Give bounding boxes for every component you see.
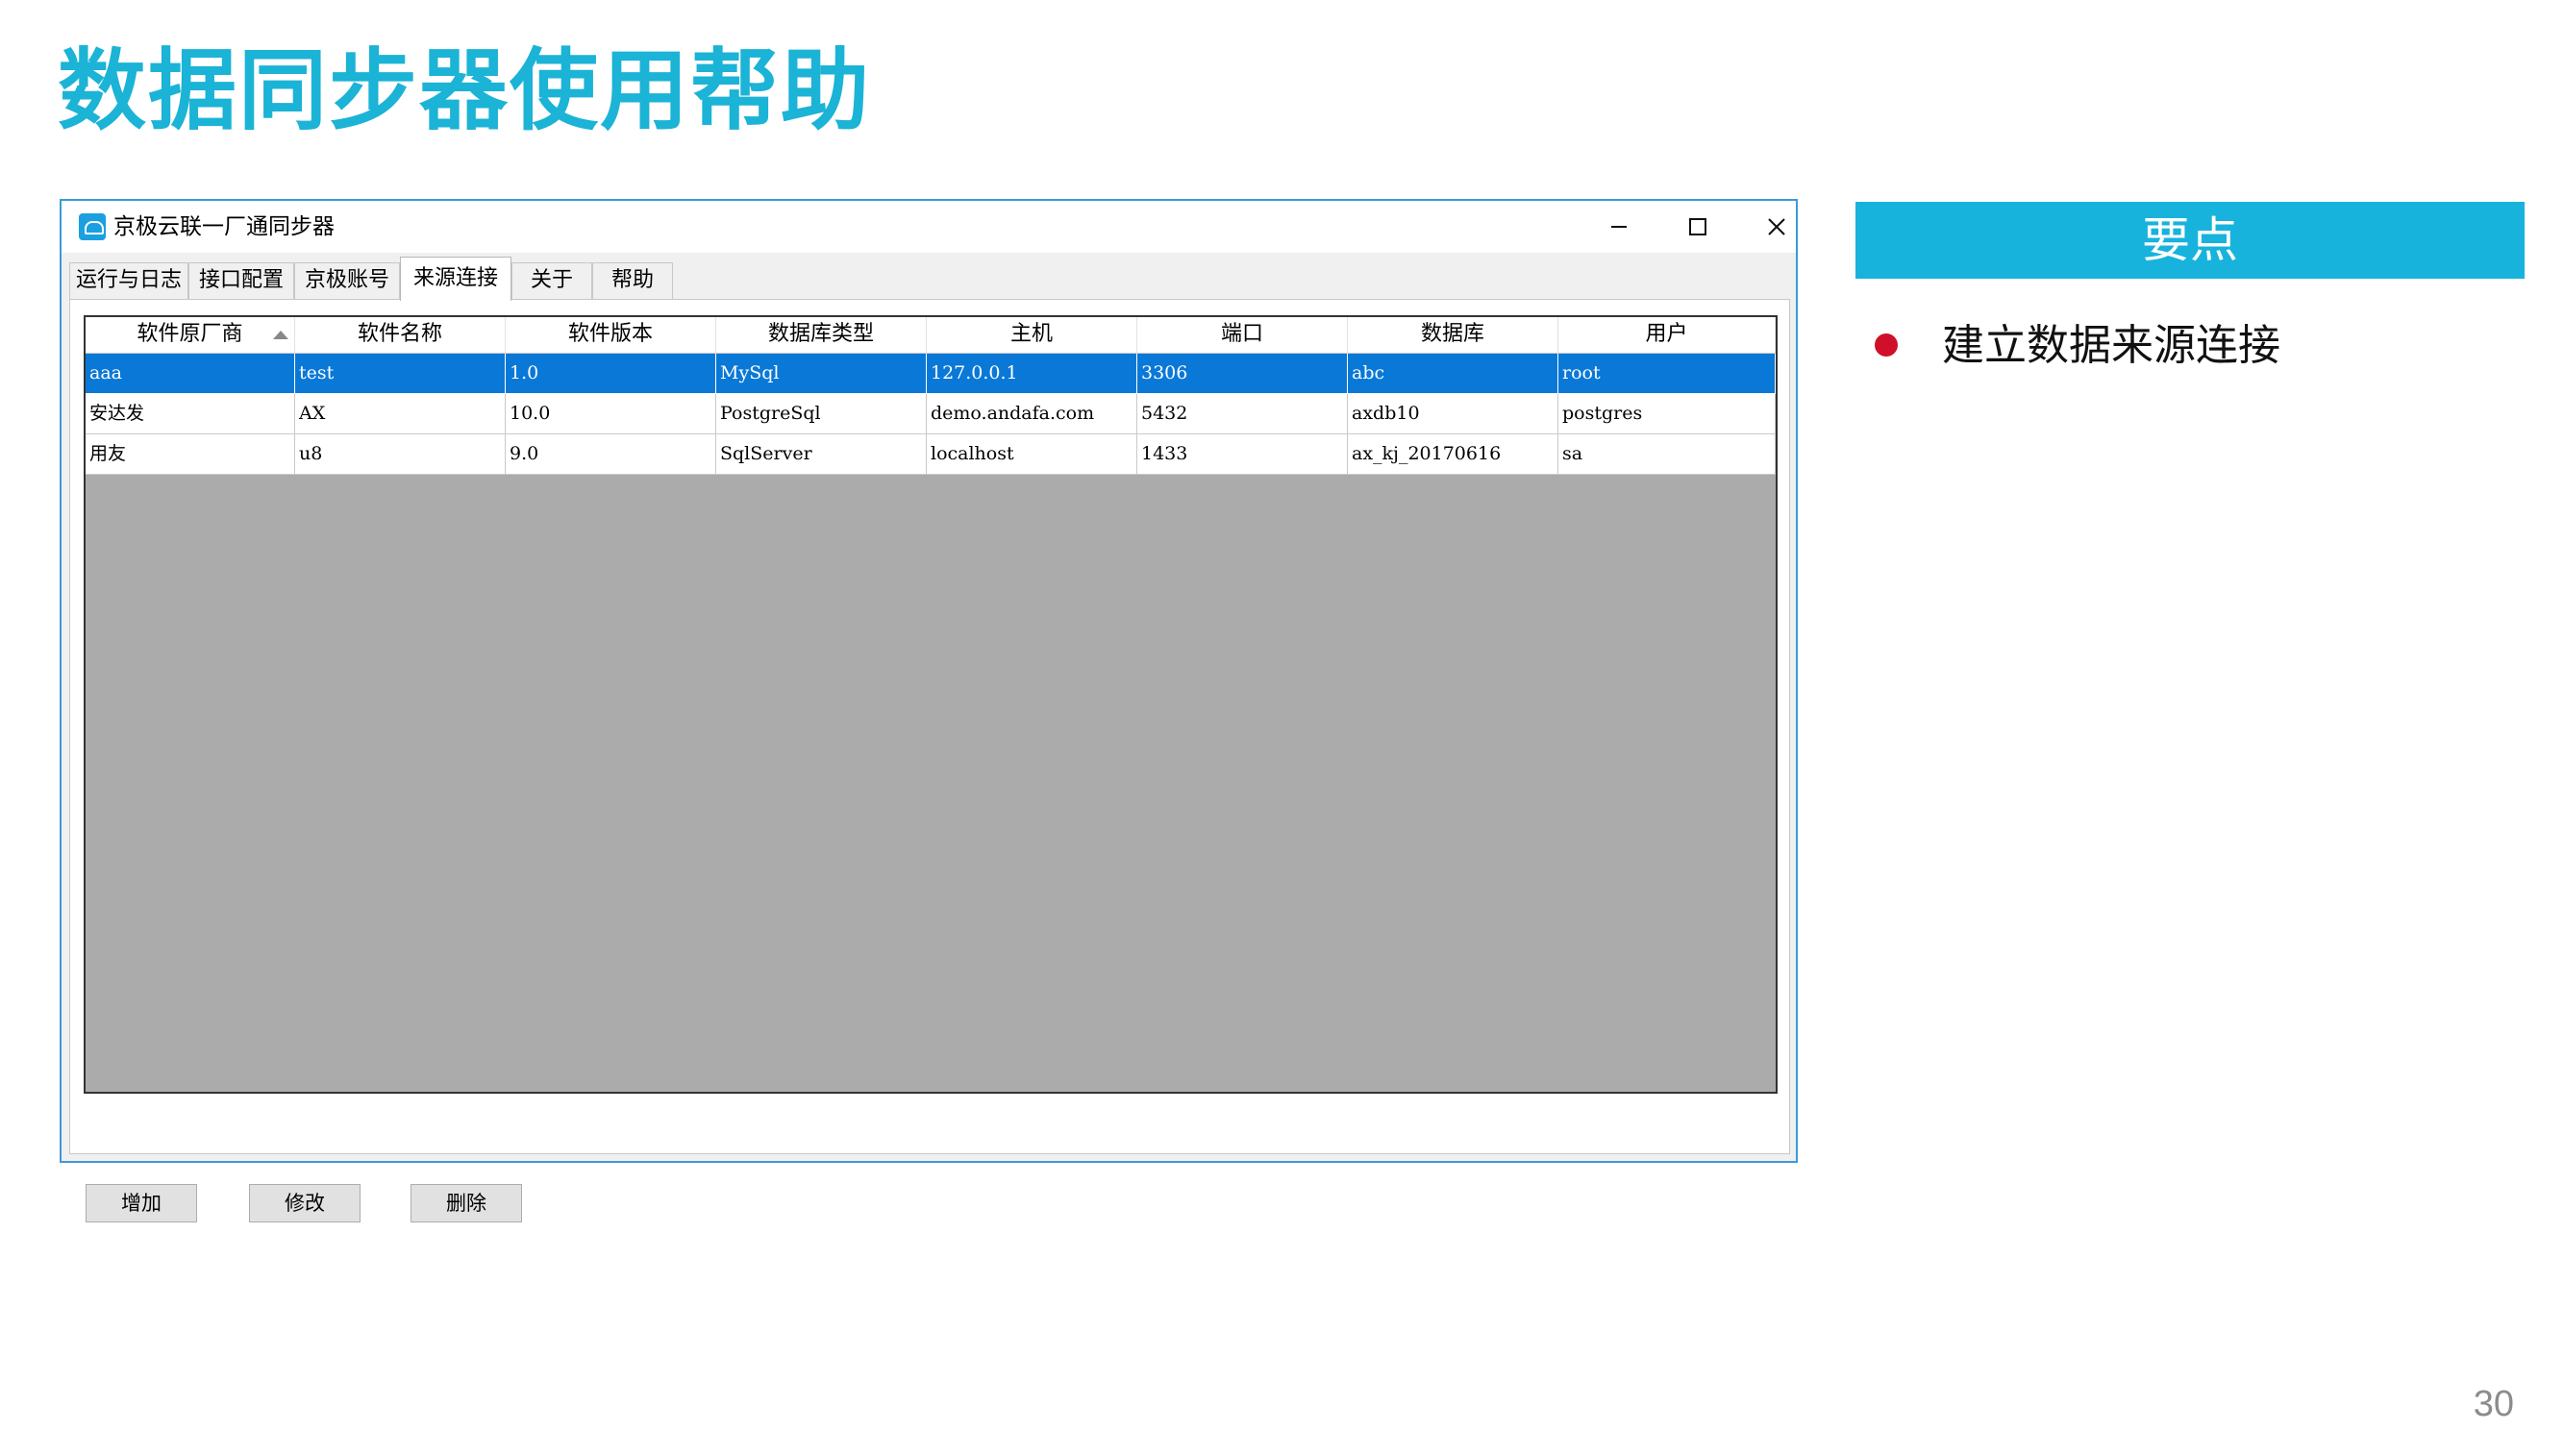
cell-software-name: u8: [295, 434, 506, 475]
tab-run-log[interactable]: 运行与日志: [69, 262, 188, 299]
cell-user: root: [1558, 354, 1776, 394]
maximize-icon: [1689, 218, 1706, 235]
table-row[interactable]: 安达发 AX 10.0 PostgreSql demo.andafa.com 5…: [86, 394, 1776, 434]
page-number: 30: [2473, 1384, 2514, 1424]
cell-software-version: 9.0: [506, 434, 716, 475]
source-connection-page: 软件原厂商 软件名称 软件版本 数据库类型 主机 端口 数据库 用户 aaa t…: [69, 299, 1790, 1222]
add-button[interactable]: 增加: [86, 1184, 197, 1222]
cell-vendor: 用友: [86, 434, 295, 475]
table-row[interactable]: aaa test 1.0 MySql 127.0.0.1 3306 abc ro…: [86, 354, 1776, 394]
cell-database-type: MySql: [716, 354, 927, 394]
cell-host: localhost: [927, 434, 1137, 475]
cell-software-version: 1.0: [506, 354, 716, 394]
column-header-user[interactable]: 用户: [1558, 317, 1776, 354]
close-icon: [1768, 218, 1785, 235]
column-header-software-name[interactable]: 软件名称: [295, 317, 506, 354]
tab-help[interactable]: 帮助: [592, 262, 673, 299]
cell-host: demo.andafa.com: [927, 394, 1137, 434]
connection-table: 软件原厂商 软件名称 软件版本 数据库类型 主机 端口 数据库 用户 aaa t…: [84, 315, 1778, 1094]
slide-title: 数据同步器使用帮助: [58, 39, 872, 142]
table-row[interactable]: 用友 u8 9.0 SqlServer localhost 1433 ax_kj…: [86, 434, 1776, 475]
cell-software-version: 10.0: [506, 394, 716, 434]
cell-vendor: aaa: [86, 354, 295, 394]
cell-database: ax_kj_20170616: [1348, 434, 1558, 475]
title-bar[interactable]: 京极云联一厂通同步器: [62, 201, 1796, 253]
cell-user: postgres: [1558, 394, 1776, 434]
cell-user: sa: [1558, 434, 1776, 475]
cell-software-name: test: [295, 354, 506, 394]
column-header-database[interactable]: 数据库: [1348, 317, 1558, 354]
window-title: 京极云联一厂通同步器: [113, 214, 335, 239]
cloud-app-icon: [79, 213, 106, 240]
tab-jingji-account[interactable]: 京极账号: [294, 262, 400, 299]
sort-ascending-icon: [273, 331, 288, 339]
cell-host: 127.0.0.1: [927, 354, 1137, 394]
cell-port: 1433: [1137, 434, 1348, 475]
tab-interface-config[interactable]: 接口配置: [188, 262, 294, 299]
cell-database: axdb10: [1348, 394, 1558, 434]
bullet-dot-icon: [1875, 333, 1898, 357]
cell-database: abc: [1348, 354, 1558, 394]
edit-button[interactable]: 修改: [249, 1184, 361, 1222]
cell-port: 3306: [1137, 354, 1348, 394]
table-header: 软件原厂商 软件名称 软件版本 数据库类型 主机 端口 数据库 用户: [86, 317, 1776, 354]
tab-strip: 运行与日志 接口配置 京极账号 来源连接 关于 帮助: [69, 257, 1780, 301]
minimize-icon: [1611, 226, 1627, 228]
cell-vendor: 安达发: [86, 394, 295, 434]
maximize-button[interactable]: [1659, 201, 1736, 253]
app-window: 京极云联一厂通同步器 运行与日志 接口配置 京极账号 来源连接 关于 帮助 软件…: [60, 199, 1798, 1222]
column-header-port[interactable]: 端口: [1137, 317, 1348, 354]
column-header-vendor[interactable]: 软件原厂商: [86, 317, 295, 354]
minimize-button[interactable]: [1581, 201, 1657, 253]
column-header-database-type[interactable]: 数据库类型: [716, 317, 927, 354]
column-header-host[interactable]: 主机: [927, 317, 1137, 354]
key-point-item: 建立数据来源连接: [1942, 321, 2280, 370]
cell-database-type: SqlServer: [716, 434, 927, 475]
key-points-header: 要点: [1855, 202, 2525, 279]
cell-port: 5432: [1137, 394, 1348, 434]
tab-source-connection[interactable]: 来源连接: [400, 257, 511, 301]
cell-database-type: PostgreSql: [716, 394, 927, 434]
close-button[interactable]: [1738, 201, 1815, 253]
tab-about[interactable]: 关于: [511, 262, 592, 299]
column-header-software-version[interactable]: 软件版本: [506, 317, 716, 354]
delete-button[interactable]: 删除: [411, 1184, 522, 1222]
cell-software-name: AX: [295, 394, 506, 434]
